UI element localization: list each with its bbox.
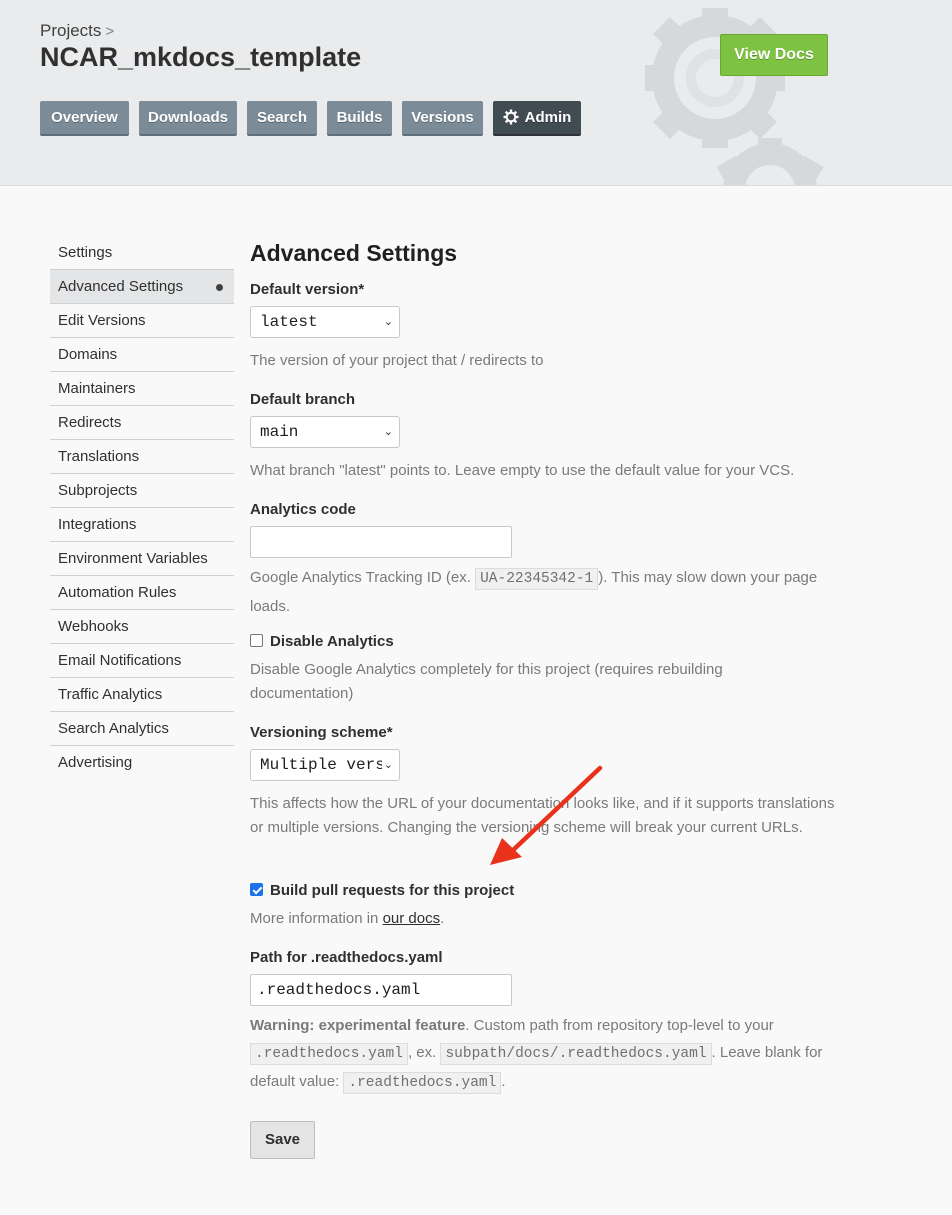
nav-overview-button[interactable]: Overview bbox=[40, 101, 129, 136]
default-branch-help: What branch "latest" points to. Leave em… bbox=[250, 462, 795, 479]
project-header: Projects > NCAR_mkdocs_template View Docs… bbox=[0, 0, 952, 186]
nav-versions-button[interactable]: Versions bbox=[402, 101, 483, 136]
annotation-arrow-icon bbox=[490, 765, 603, 865]
nav-admin-label: Admin bbox=[524, 109, 572, 126]
project-title: NCAR_mkdocs_template bbox=[40, 42, 362, 72]
code-sample: .readthedocs.yaml bbox=[343, 1072, 502, 1094]
help-text: Google Analytics Tracking ID (ex. bbox=[250, 569, 476, 586]
versioning-scheme-value: Multiple vers bbox=[260, 756, 385, 774]
breadcrumb-projects[interactable]: Projects bbox=[40, 21, 101, 40]
settings-sidebar: Settings Advanced Settings Edit Versions… bbox=[50, 236, 234, 780]
sidebar-item-translations[interactable]: Translations bbox=[50, 440, 234, 474]
nav-builds-button[interactable]: Builds bbox=[327, 101, 392, 136]
default-branch-value: main bbox=[260, 423, 299, 441]
help-text: . bbox=[440, 910, 445, 927]
default-branch-label: Default branch bbox=[250, 391, 356, 408]
versioning-scheme-label: Versioning scheme* bbox=[250, 724, 393, 741]
readthedocs-path-input[interactable]: .readthedocs.yaml bbox=[250, 974, 512, 1006]
default-branch-select[interactable]: main ⌄ bbox=[250, 416, 400, 448]
sidebar-item-environment-variables[interactable]: Environment Variables bbox=[50, 542, 234, 576]
sidebar-item-maintainers[interactable]: Maintainers bbox=[50, 372, 234, 406]
chevron-down-icon: ⌄ bbox=[381, 750, 393, 780]
sidebar-item-label: Advanced Settings bbox=[58, 278, 184, 295]
view-docs-button[interactable]: View Docs bbox=[720, 34, 828, 76]
build-prs-checkbox[interactable] bbox=[250, 883, 263, 896]
default-version-value: latest bbox=[260, 313, 318, 331]
our-docs-link[interactable]: our docs bbox=[383, 910, 441, 927]
sidebar-item-redirects[interactable]: Redirects bbox=[50, 406, 234, 440]
sidebar-item-email-notifications[interactable]: Email Notifications bbox=[50, 644, 234, 678]
help-text: , ex. bbox=[407, 1044, 437, 1061]
versioning-scheme-select[interactable]: Multiple vers ⌄ bbox=[250, 749, 400, 781]
analytics-code-input[interactable] bbox=[250, 526, 512, 558]
sidebar-item-settings[interactable]: Settings bbox=[50, 236, 234, 270]
analytics-code-help: Google Analytics Tracking ID (ex. UA-223… bbox=[250, 564, 848, 620]
sidebar-item-domains[interactable]: Domains bbox=[50, 338, 234, 372]
code-sample: UA-22345342-1 bbox=[475, 568, 599, 590]
sidebar-item-subprojects[interactable]: Subprojects bbox=[50, 474, 234, 508]
build-prs-label: Build pull requests for this project bbox=[270, 882, 515, 899]
sidebar-item-automation-rules[interactable]: Automation Rules bbox=[50, 576, 234, 610]
help-text: . Custom path from repository top-level … bbox=[465, 1017, 774, 1034]
save-button[interactable]: Save bbox=[250, 1121, 315, 1159]
help-text: . bbox=[501, 1073, 506, 1090]
default-version-select[interactable]: latest ⌄ bbox=[250, 306, 400, 338]
default-version-label: Default version* bbox=[250, 281, 365, 298]
sidebar-item-advertising[interactable]: Advertising bbox=[50, 746, 234, 780]
nav-admin-button[interactable]: Admin bbox=[493, 101, 581, 136]
disable-analytics-help: Disable Google Analytics completely for … bbox=[250, 661, 723, 702]
build-prs-help: More information in our docs. bbox=[250, 907, 850, 931]
code-sample: subpath/docs/.readthedocs.yaml bbox=[440, 1043, 712, 1065]
code-sample: .readthedocs.yaml bbox=[250, 1043, 408, 1065]
breadcrumb[interactable]: Projects > bbox=[40, 21, 114, 41]
disable-analytics-checkbox[interactable] bbox=[250, 634, 263, 647]
help-text: More information in bbox=[250, 910, 383, 927]
readthedocs-path-label: Path for .readthedocs.yaml bbox=[250, 949, 443, 966]
chevron-down-icon: ⌄ bbox=[383, 315, 393, 328]
readthedocs-path-help: Warning: experimental feature. Custom pa… bbox=[250, 1012, 848, 1097]
nav-search-button[interactable]: Search bbox=[247, 101, 317, 136]
sidebar-item-traffic-analytics[interactable]: Traffic Analytics bbox=[50, 678, 234, 712]
sidebar-item-edit-versions[interactable]: Edit Versions bbox=[50, 304, 234, 338]
sidebar-item-integrations[interactable]: Integrations bbox=[50, 508, 234, 542]
disable-analytics-row[interactable]: Disable Analytics bbox=[250, 633, 394, 650]
nav-downloads-button[interactable]: Downloads bbox=[139, 101, 237, 136]
gears-background-icon bbox=[645, 8, 824, 185]
sidebar-item-search-analytics[interactable]: Search Analytics bbox=[50, 712, 234, 746]
gear-icon bbox=[503, 109, 519, 125]
chevron-down-icon: ⌄ bbox=[383, 425, 393, 438]
warning-label: Warning: experimental feature bbox=[250, 1017, 466, 1034]
disable-analytics-label: Disable Analytics bbox=[270, 633, 394, 650]
default-version-help: The version of your project that / redir… bbox=[250, 352, 544, 369]
page-title: Advanced Settings bbox=[250, 240, 458, 266]
sidebar-item-advanced-settings[interactable]: Advanced Settings bbox=[50, 270, 234, 304]
analytics-code-label: Analytics code bbox=[250, 501, 356, 518]
breadcrumb-separator: > bbox=[105, 23, 115, 40]
build-prs-row[interactable]: Build pull requests for this project bbox=[250, 882, 514, 899]
sidebar-item-webhooks[interactable]: Webhooks bbox=[50, 610, 234, 644]
active-indicator-icon bbox=[216, 284, 223, 291]
